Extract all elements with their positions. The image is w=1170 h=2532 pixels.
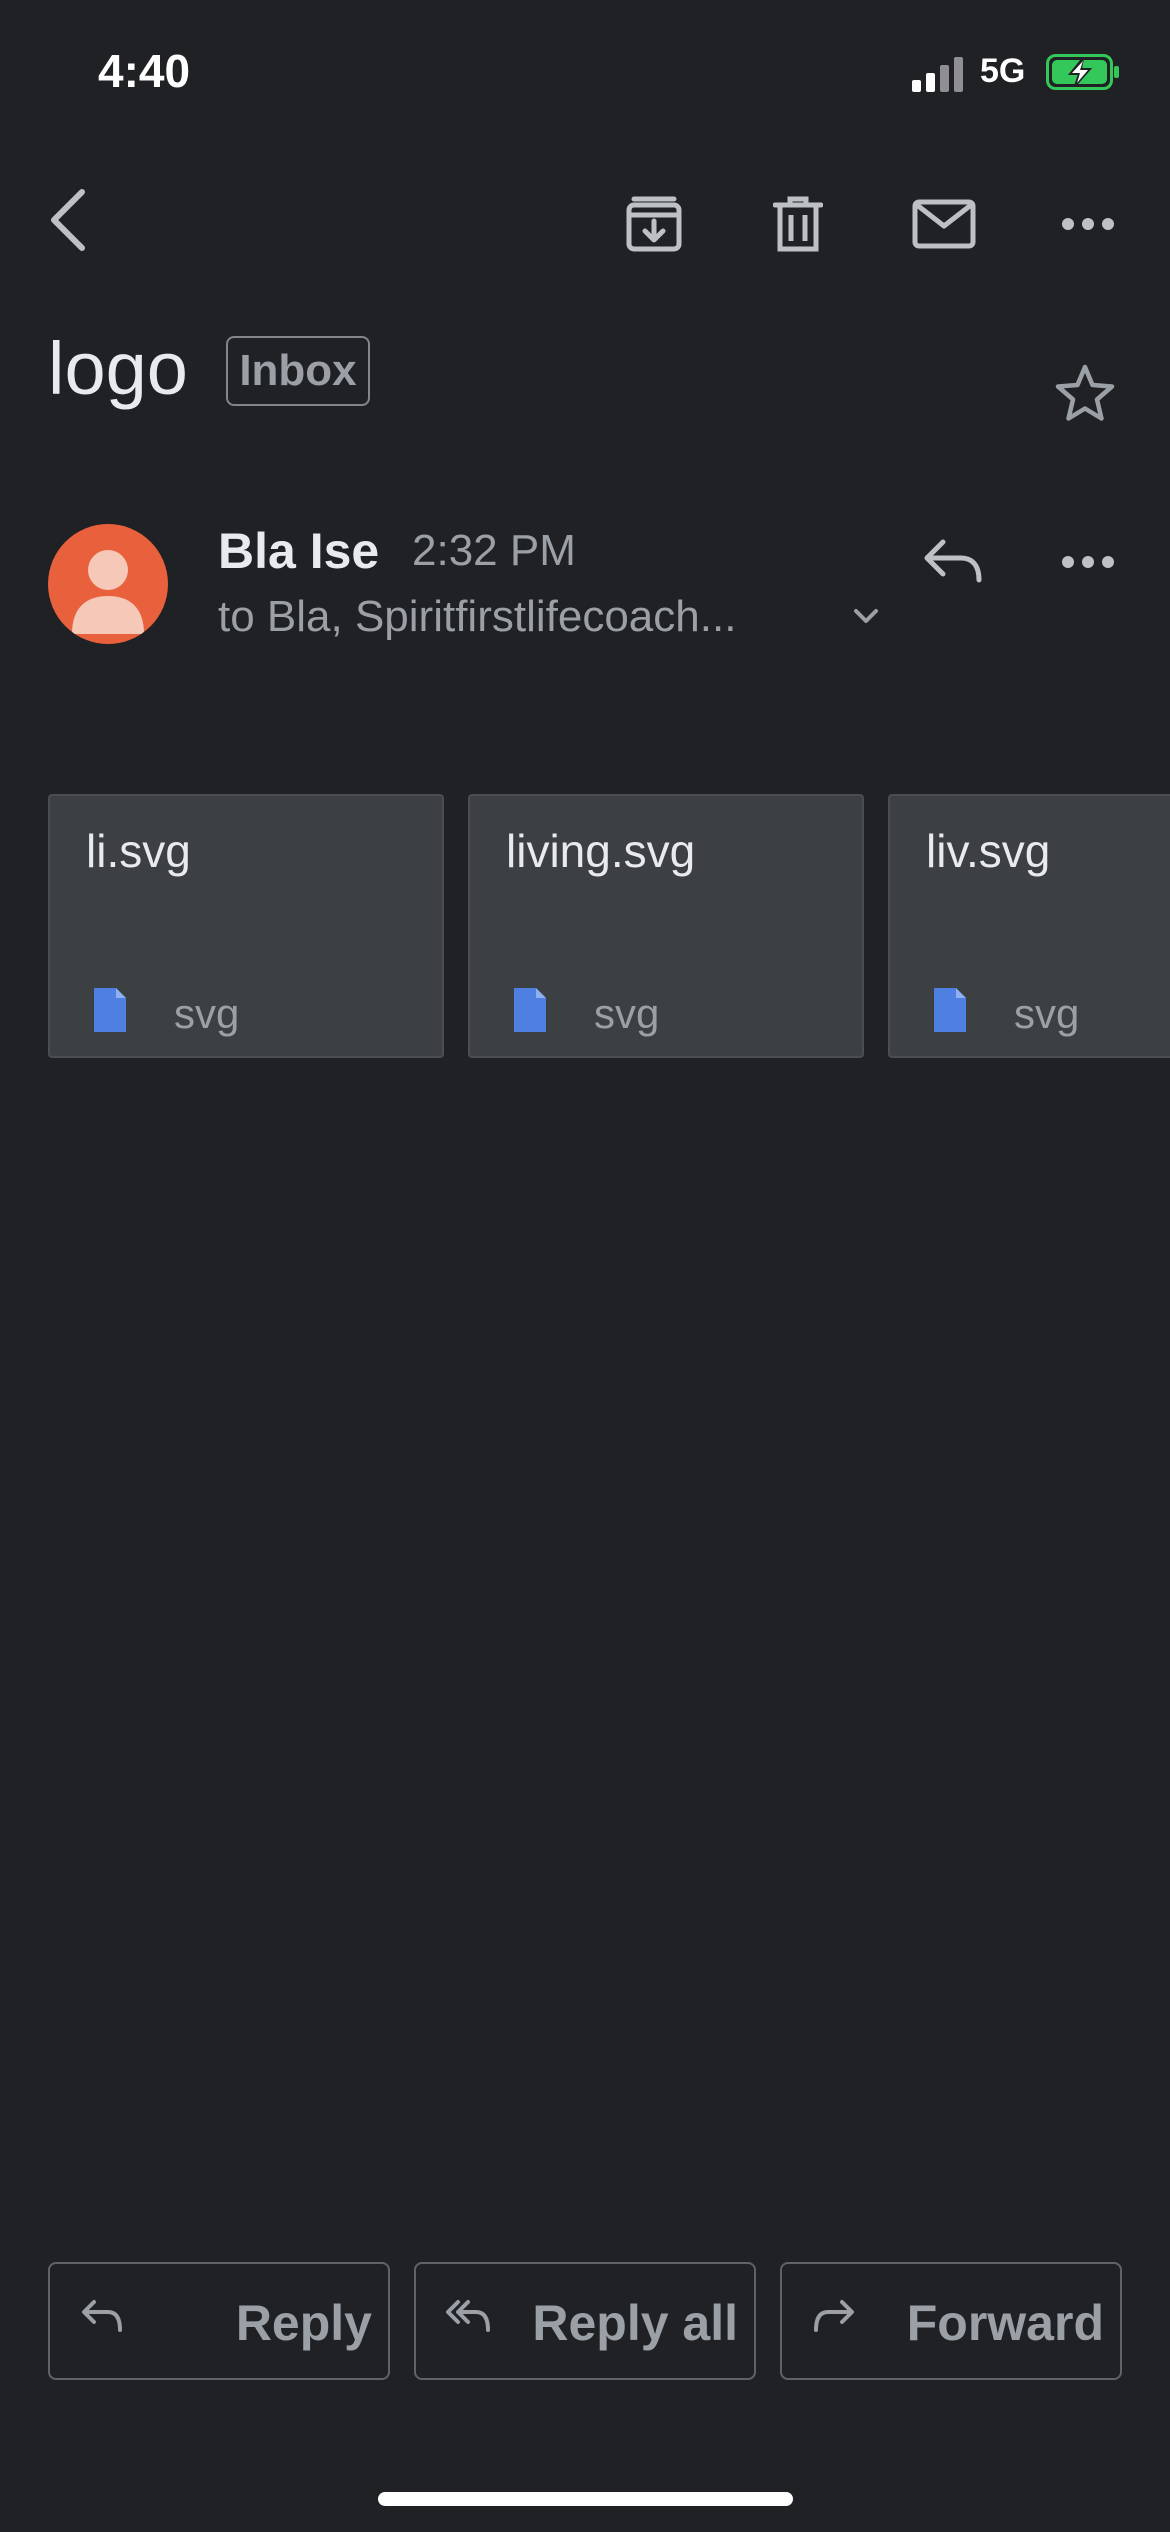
- more-horizontal-icon: [1062, 218, 1114, 230]
- network-type: 5G: [980, 52, 1026, 90]
- mail-icon: [912, 199, 976, 249]
- attachment-card[interactable]: li.svg svg: [48, 794, 444, 1058]
- reply-icon: [82, 2300, 122, 2332]
- attachment-name: li.svg: [86, 825, 191, 877]
- more-options-button[interactable]: [1052, 200, 1124, 248]
- status-time: 4:40: [98, 45, 191, 97]
- recipients-summary[interactable]: to Bla, Spiritfirstlifecoach...: [218, 592, 736, 642]
- attachment-type: svg: [594, 990, 660, 1037]
- battery-charging-icon: [1046, 54, 1119, 90]
- email-subject: logo: [48, 327, 188, 410]
- attachment-card[interactable]: living.svg svg: [468, 794, 864, 1058]
- attachments-strip[interactable]: li.svg svg living.svg svg liv.svg svg: [48, 794, 1170, 1060]
- attachment-name: living.svg: [506, 825, 696, 877]
- home-indicator[interactable]: [378, 2492, 793, 2506]
- attachment-card[interactable]: liv.svg svg: [888, 794, 1170, 1058]
- expand-recipients-button[interactable]: [848, 598, 884, 634]
- archive-button[interactable]: [620, 190, 688, 258]
- chevron-down-icon: [854, 609, 878, 623]
- forward-button[interactable]: Forward: [780, 2262, 1122, 2380]
- file-icon: [934, 988, 966, 1032]
- reply-all-icon: [446, 2300, 490, 2332]
- file-icon: [94, 988, 126, 1032]
- quick-reply-button[interactable]: [920, 528, 986, 594]
- chevron-left-icon: [51, 189, 85, 251]
- reply-label: Reply: [235, 2295, 372, 2351]
- file-icon: [514, 988, 546, 1032]
- reply-all-label: Reply all: [532, 2295, 738, 2351]
- cellular-signal-icon: [912, 57, 963, 92]
- forward-label: Forward: [906, 2295, 1104, 2351]
- reply-button[interactable]: Reply: [48, 2262, 390, 2380]
- sender-avatar[interactable]: [48, 524, 168, 644]
- message-more-button[interactable]: [1052, 540, 1124, 584]
- more-horizontal-icon: [1062, 556, 1114, 568]
- email-screen: 4:40 5G logo Inbox Bla Ise 2:32 PM to Bl…: [0, 0, 1170, 2532]
- archive-icon: [626, 196, 682, 252]
- attachment-type: svg: [1014, 990, 1080, 1037]
- reply-all-button[interactable]: Reply all: [414, 2262, 756, 2380]
- forward-icon: [814, 2300, 854, 2332]
- delete-button[interactable]: [764, 190, 832, 258]
- star-button[interactable]: [1052, 360, 1118, 426]
- star-icon: [1055, 364, 1115, 421]
- sender-name: Bla Ise: [218, 523, 380, 579]
- mark-unread-button[interactable]: [906, 190, 982, 258]
- attachment-type: svg: [174, 990, 240, 1037]
- trash-icon: [773, 196, 823, 252]
- attachment-name: liv.svg: [926, 825, 1051, 877]
- person-icon: [72, 550, 144, 634]
- email-time: 2:32 PM: [412, 526, 576, 575]
- inbox-label-chip[interactable]: Inbox: [226, 336, 370, 406]
- reply-icon: [924, 539, 982, 583]
- back-button[interactable]: [40, 185, 96, 255]
